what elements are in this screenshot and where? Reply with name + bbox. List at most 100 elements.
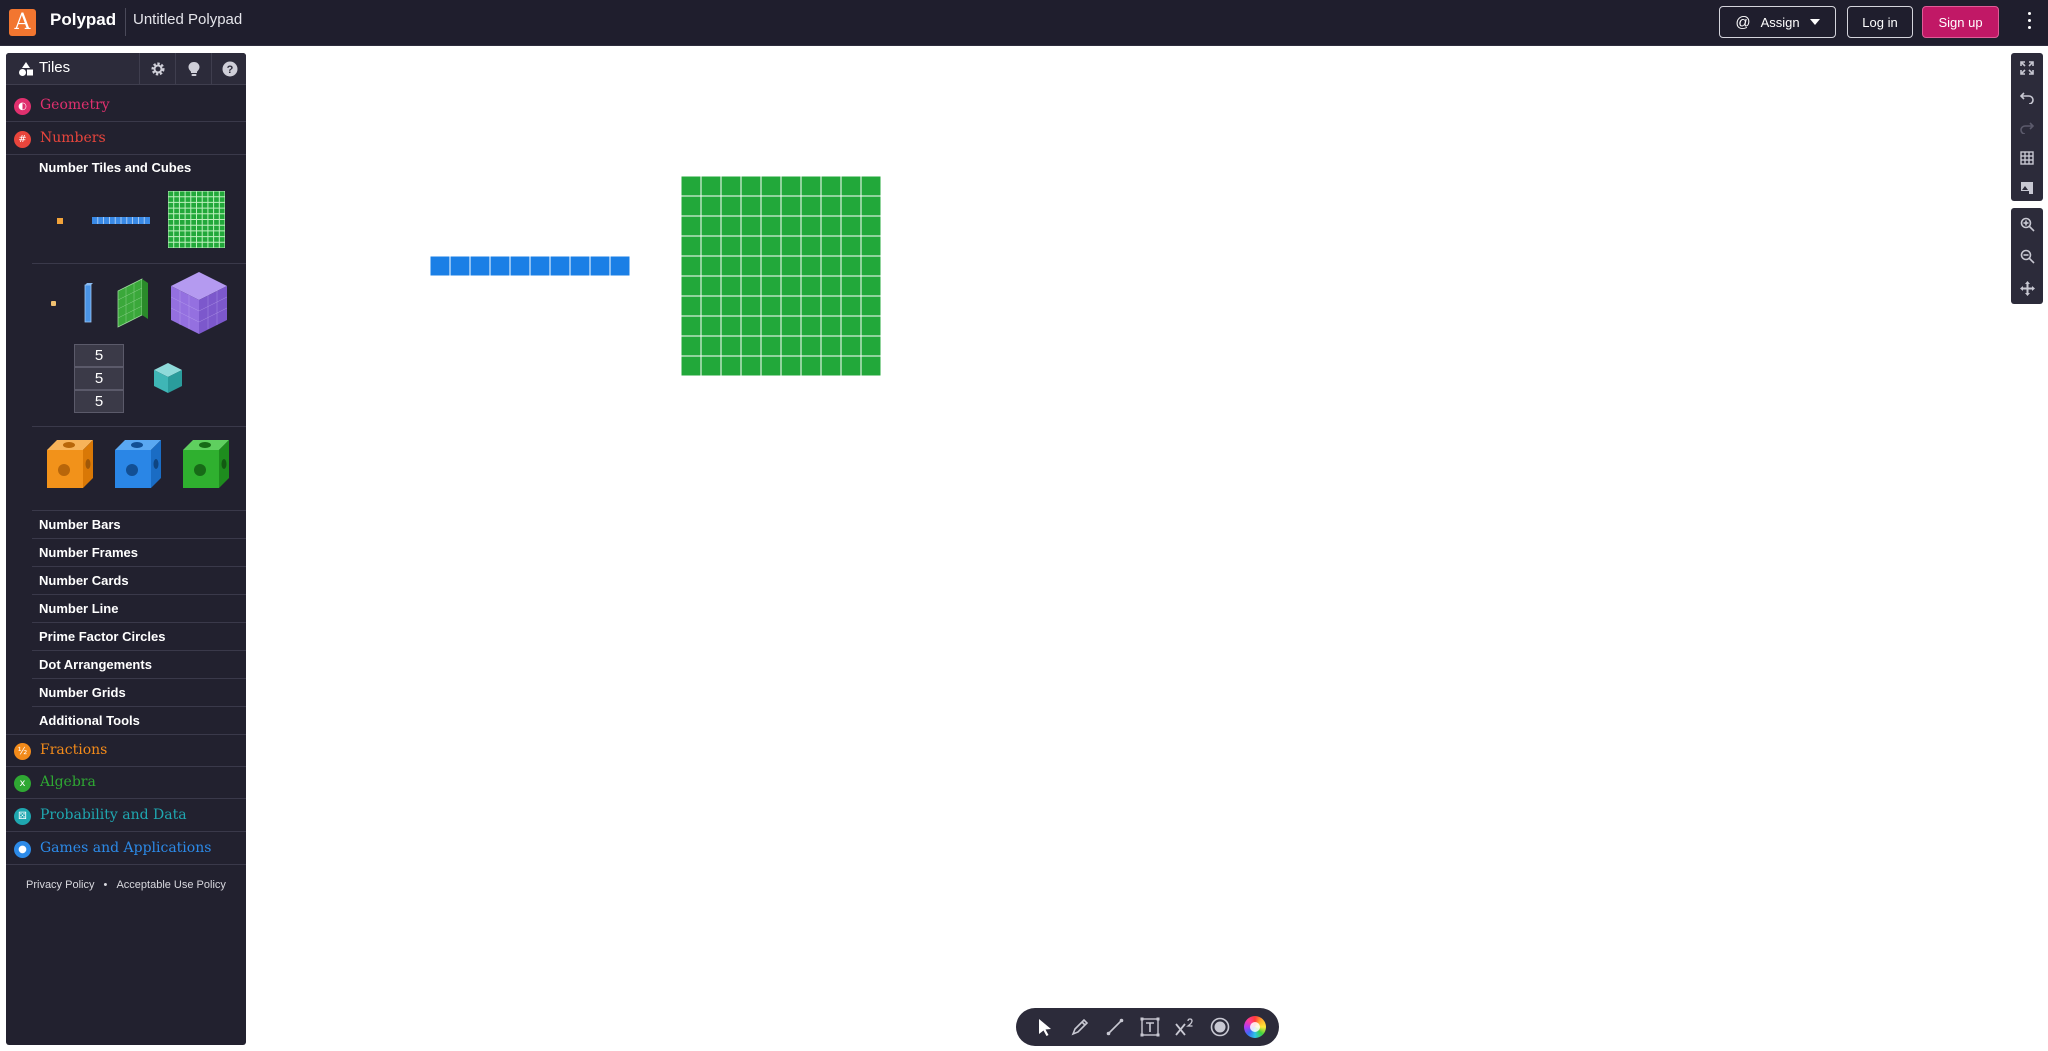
line-tool[interactable] xyxy=(1100,1012,1130,1042)
category-geometry[interactable]: ◐ Geometry xyxy=(6,90,246,122)
gear-icon xyxy=(151,62,164,75)
cube-hundred-flat[interactable] xyxy=(116,277,150,329)
category-numbers[interactable]: # Numbers xyxy=(6,123,246,155)
pen-tool[interactable] xyxy=(1065,1012,1095,1042)
redo-button[interactable] xyxy=(2011,113,2043,143)
zoom-out-button[interactable] xyxy=(2011,240,2043,272)
document-title[interactable]: Untitled Polypad xyxy=(133,11,242,28)
subitem-number-frames[interactable]: Number Frames xyxy=(32,538,246,566)
subitem-label: Number Grids xyxy=(39,685,126,700)
category-probability-and-data[interactable]: ⚄ Probability and Data xyxy=(6,800,246,832)
subitem-number-bars[interactable]: Number Bars xyxy=(32,510,246,538)
tile-ten-bar[interactable] xyxy=(92,217,150,224)
subitem-number-grids[interactable]: Number Grids xyxy=(32,678,246,706)
category-label: Fractions xyxy=(40,742,108,758)
right-toolbar-zoom xyxy=(2011,208,2043,304)
category-label: Numbers xyxy=(40,130,106,146)
category-fractions[interactable]: ½ Fractions xyxy=(6,734,246,767)
category-label: Games and Applications xyxy=(40,840,212,856)
zoom-out-icon xyxy=(2020,249,2035,264)
grid-button[interactable] xyxy=(2011,143,2043,173)
number-stack-cell[interactable]: 5 xyxy=(74,390,124,413)
pan-button[interactable] xyxy=(2011,272,2043,304)
subitem-number-line[interactable]: Number Line xyxy=(32,594,246,622)
cube-one[interactable] xyxy=(51,301,56,306)
cube-ten-rod[interactable] xyxy=(84,283,93,323)
subitem-label: Dot Arrangements xyxy=(39,657,152,672)
undo-button[interactable] xyxy=(2011,83,2043,113)
color-picker[interactable] xyxy=(1240,1012,1270,1042)
bottom-toolbar xyxy=(1016,1008,1279,1046)
shapes-icon xyxy=(19,62,33,76)
subitem-label: Prime Factor Circles xyxy=(39,629,166,644)
category-games-and-applications[interactable]: ● Games and Applications xyxy=(6,833,246,865)
text-tool[interactable] xyxy=(1135,1012,1165,1042)
subitem-prime-factor-circles[interactable]: Prime Factor Circles xyxy=(32,622,246,650)
sidebar-title: Tiles xyxy=(39,59,71,76)
subitem-label: Number Line xyxy=(39,601,119,616)
hint-button[interactable] xyxy=(175,53,211,84)
redo-icon xyxy=(2020,122,2034,134)
amplify-logo[interactable]: A xyxy=(9,9,36,36)
grid-icon xyxy=(2020,151,2034,165)
fractions-icon: ½ xyxy=(14,743,31,760)
linking-cube-blue[interactable] xyxy=(111,438,163,490)
pen-icon xyxy=(1071,1018,1089,1036)
tile-one[interactable] xyxy=(57,218,63,224)
cube-teal[interactable] xyxy=(152,361,184,395)
settings-button[interactable] xyxy=(139,53,175,84)
category-label: Algebra xyxy=(40,774,96,790)
lightbulb-icon xyxy=(188,61,199,76)
svg-text:?: ? xyxy=(226,64,233,76)
help-button[interactable]: ? xyxy=(211,53,246,84)
assign-label: Assign xyxy=(1760,14,1800,30)
category-algebra[interactable]: x Algebra xyxy=(6,767,246,799)
dice-icon: ⚄ xyxy=(14,808,31,825)
sidebar-header: Tiles ? xyxy=(6,53,246,85)
canvas-ten-bar-tile[interactable] xyxy=(430,256,631,277)
export-image-button[interactable] xyxy=(2011,173,2043,203)
move-icon xyxy=(2019,280,2035,296)
tiles-sidebar: Tiles ? ◐ Geometry # Numbers Number Tile… xyxy=(6,53,246,1045)
cube-thousand[interactable] xyxy=(169,270,229,336)
signup-button[interactable]: Sign up xyxy=(1922,6,1999,38)
privacy-policy-link[interactable]: Privacy Policy xyxy=(26,879,94,891)
linking-cube-orange[interactable] xyxy=(43,438,95,490)
canvas-hundred-square-tile[interactable] xyxy=(681,176,882,377)
zoom-in-button[interactable] xyxy=(2011,208,2043,240)
lightbulb-icon: ● xyxy=(14,841,31,858)
section-divider xyxy=(32,263,246,264)
assign-button[interactable]: @ Assign xyxy=(1719,6,1836,38)
more-menu-icon[interactable] xyxy=(2023,12,2035,34)
section-divider xyxy=(32,426,246,427)
select-tool[interactable] xyxy=(1030,1012,1060,1042)
circle-icon xyxy=(1210,1017,1230,1037)
acceptable-use-policy-link[interactable]: Acceptable Use Policy xyxy=(116,879,225,891)
equation-tool[interactable] xyxy=(1170,1012,1200,1042)
shape-tool[interactable] xyxy=(1205,1012,1235,1042)
at-icon: @ xyxy=(1735,13,1751,31)
numbers-icon: # xyxy=(14,131,31,148)
subitem-label: Number Cards xyxy=(39,573,129,588)
login-button[interactable]: Log in xyxy=(1847,6,1913,38)
subitem-dot-arrangements[interactable]: Dot Arrangements xyxy=(32,650,246,678)
number-stack-cell[interactable]: 5 xyxy=(74,344,124,367)
number-stack-cell[interactable]: 5 xyxy=(74,367,124,390)
chevron-down-icon xyxy=(1809,19,1820,25)
color-wheel-icon xyxy=(1244,1016,1266,1038)
image-download-icon xyxy=(2021,182,2033,194)
line-icon xyxy=(1106,1018,1124,1036)
subitem-label: Additional Tools xyxy=(39,713,140,728)
title-separator xyxy=(125,8,126,36)
linking-cube-green[interactable] xyxy=(179,438,231,490)
tile-hundred-square[interactable] xyxy=(168,191,225,248)
zoom-in-icon xyxy=(2020,217,2035,232)
fullscreen-button[interactable] xyxy=(2011,53,2043,83)
subitem-number-cards[interactable]: Number Cards xyxy=(32,566,246,594)
fullscreen-icon xyxy=(2020,61,2034,75)
geometry-icon: ◐ xyxy=(14,98,31,115)
subitem-additional-tools[interactable]: Additional Tools xyxy=(32,706,246,734)
footer-separator: • xyxy=(103,879,108,891)
subsection-number-tiles[interactable]: Number Tiles and Cubes xyxy=(39,160,191,175)
superscript-icon xyxy=(1175,1018,1193,1036)
